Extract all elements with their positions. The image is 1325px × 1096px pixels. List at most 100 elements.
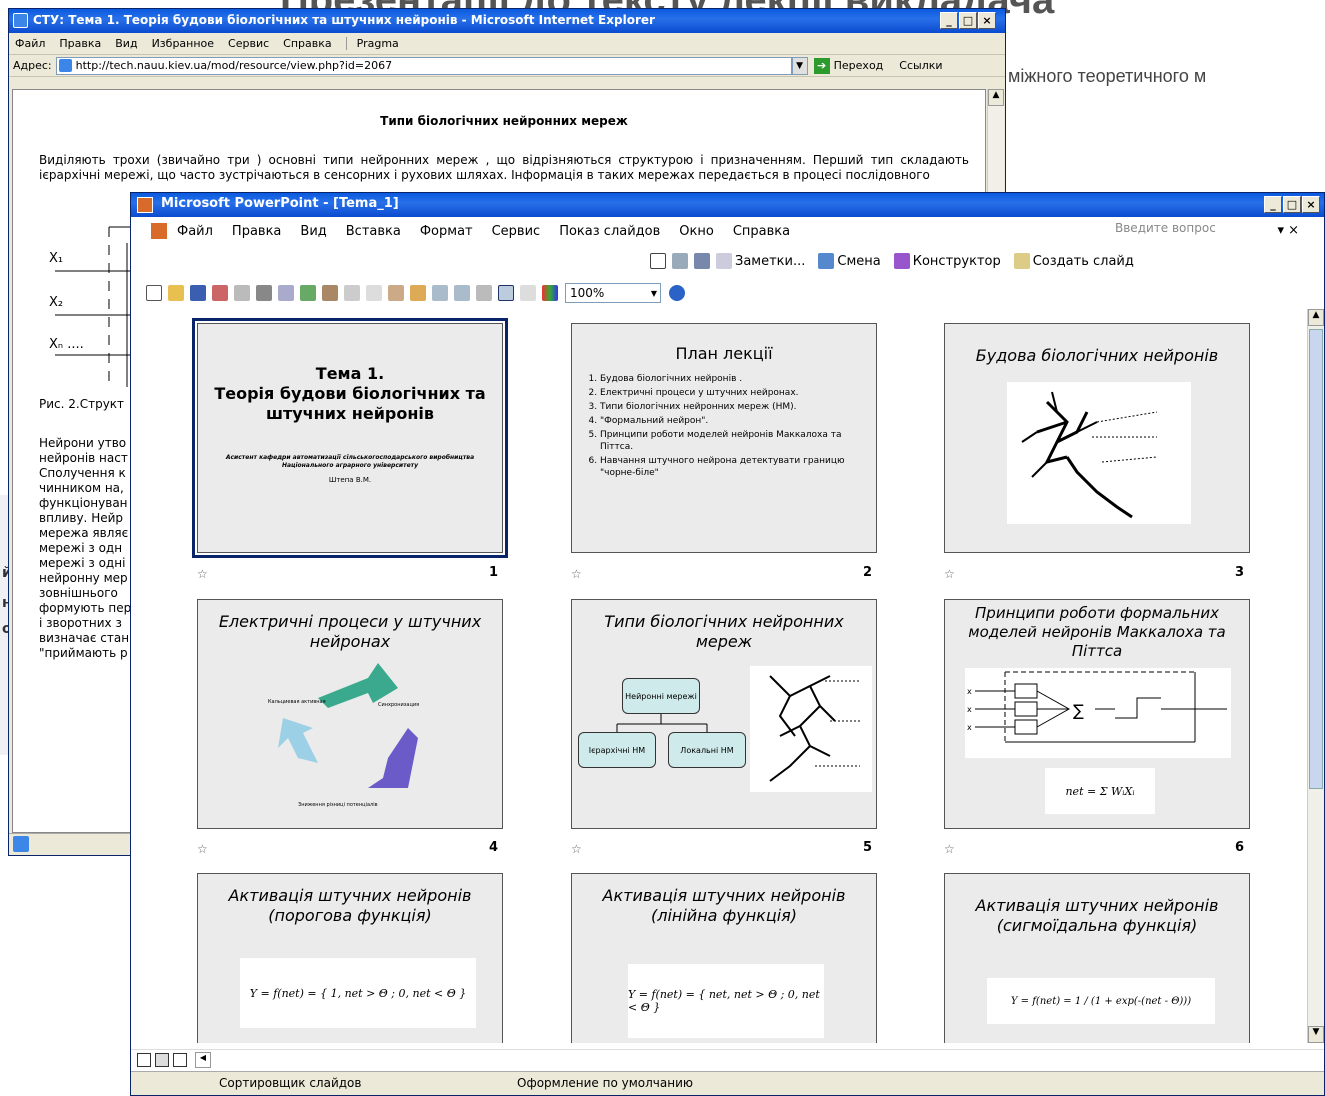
paste-icon[interactable] bbox=[388, 285, 404, 301]
slide-thumbnail-9[interactable]: Активація штучних нейронів (сигмоїдальна… bbox=[944, 873, 1250, 1043]
menu-help[interactable]: Справка bbox=[283, 37, 331, 50]
menu-window[interactable]: Окно bbox=[679, 224, 714, 239]
redo-icon[interactable] bbox=[454, 285, 470, 301]
email-icon[interactable] bbox=[234, 285, 250, 301]
menu-edit[interactable]: Правка bbox=[59, 37, 101, 50]
maximize-icon[interactable]: □ bbox=[1283, 196, 1301, 213]
ie-titlebar[interactable]: СТУ: Тема 1. Теорія будови біологічних т… bbox=[9, 9, 1005, 33]
zoom-value: 100% bbox=[570, 286, 605, 300]
svg-text:x: x bbox=[967, 687, 972, 696]
doc-icon[interactable] bbox=[151, 223, 167, 239]
menu-edit[interactable]: Правка bbox=[232, 224, 281, 239]
expand-all-icon[interactable] bbox=[476, 285, 492, 301]
slide-thumbnail-1[interactable]: Тема 1. Теорія будови біологічних та шту… bbox=[192, 318, 508, 558]
neuron-drawing bbox=[1007, 382, 1191, 524]
links-button[interactable]: Ссылки bbox=[899, 59, 942, 72]
go-button[interactable]: ➔ Переход bbox=[813, 57, 884, 74]
slideshow-view-icon[interactable] bbox=[173, 1053, 187, 1067]
close-icon[interactable]: × bbox=[978, 12, 996, 29]
question-input[interactable]: Введите вопрос bbox=[1115, 221, 1285, 235]
menu-format[interactable]: Формат bbox=[420, 224, 473, 239]
normal-view-icon[interactable] bbox=[137, 1053, 151, 1067]
help-icon[interactable] bbox=[669, 285, 685, 301]
new-slide-button[interactable]: Создать слайд bbox=[1033, 254, 1134, 269]
print-preview-icon[interactable] bbox=[278, 285, 294, 301]
menu-favorites[interactable]: Избранное bbox=[152, 37, 214, 50]
address-dropdown-icon[interactable]: ▼ bbox=[791, 56, 808, 75]
grid-icon[interactable] bbox=[520, 285, 536, 301]
menu-view[interactable]: Вид bbox=[115, 37, 137, 50]
permission-icon[interactable] bbox=[212, 285, 228, 301]
ppt-toolbar-slidesorter: Заметки... Смена Конструктор Создать сла… bbox=[131, 245, 1324, 277]
neural-tree-drawing bbox=[750, 666, 872, 792]
slide-thumbnail-6[interactable]: Принципи роботи формальних моделей нейро… bbox=[944, 599, 1250, 829]
article-paragraph: Виділяють трохи (звичайно три ) основні … bbox=[39, 153, 969, 182]
show-formatting-icon[interactable] bbox=[498, 285, 514, 301]
ie-status-icon bbox=[13, 836, 29, 852]
undo-icon[interactable] bbox=[432, 285, 448, 301]
scroll-down-icon[interactable]: ▼ bbox=[1308, 1026, 1324, 1043]
save-icon[interactable] bbox=[190, 285, 206, 301]
new-slide-icon[interactable] bbox=[1013, 253, 1030, 269]
maximize-icon[interactable]: □ bbox=[959, 12, 977, 29]
format-painter-icon[interactable] bbox=[410, 285, 426, 301]
slide-thumbnail-8[interactable]: Активація штучних нейронів (лінійна функ… bbox=[571, 873, 877, 1043]
notes-icon[interactable] bbox=[716, 253, 732, 269]
status-view: Сортировщик слайдов bbox=[219, 1076, 362, 1090]
print-icon[interactable] bbox=[256, 285, 272, 301]
go-label: Переход bbox=[833, 59, 884, 72]
slide-8-title: Активація штучних нейронів (лінійна функ… bbox=[602, 886, 846, 925]
menu-view[interactable]: Вид bbox=[300, 224, 326, 239]
menu-pragma[interactable]: Pragma bbox=[345, 37, 399, 50]
ie-window-controls: _ □ × bbox=[939, 12, 996, 29]
slide-thumbnail-3[interactable]: Будова біологічних нейронів bbox=[944, 323, 1250, 553]
address-input[interactable]: http://tech.nauu.kiev.ua/mod/resource/vi… bbox=[55, 56, 792, 75]
summary-icon[interactable] bbox=[694, 253, 710, 269]
chevron-down-icon: ▼ bbox=[650, 288, 657, 298]
scroll-up-icon[interactable]: ▲ bbox=[1308, 309, 1324, 326]
scroll-up-icon[interactable]: ▲ bbox=[988, 89, 1004, 106]
transition-icon[interactable] bbox=[818, 253, 835, 269]
notes-button[interactable]: Заметки... bbox=[735, 254, 805, 269]
powerpoint-logo-icon bbox=[137, 197, 153, 213]
menu-file[interactable]: Файл bbox=[177, 224, 213, 239]
menu-help[interactable]: Справка bbox=[733, 224, 790, 239]
slide-thumbnail-4[interactable]: Електричні процеси у штучних нейронах Ка… bbox=[197, 599, 503, 829]
scroll-left-icon[interactable]: ◀ bbox=[195, 1052, 211, 1068]
menu-tools[interactable]: Сервис bbox=[492, 224, 541, 239]
hide-slide-icon[interactable] bbox=[650, 253, 666, 269]
rehearse-icon[interactable] bbox=[672, 253, 688, 269]
design-button[interactable]: Конструктор bbox=[913, 254, 1001, 269]
slide-2-list: Будова біологічних нейронів . Електричні… bbox=[600, 373, 876, 479]
research-icon[interactable] bbox=[322, 285, 338, 301]
slide-thumbnail-2[interactable]: План лекції Будова біологічних нейронів … bbox=[571, 323, 877, 553]
menu-slideshow[interactable]: Показ слайдов bbox=[559, 224, 660, 239]
slide-1-title: Тема 1. Теорія будови біологічних та шту… bbox=[214, 364, 486, 423]
minimize-icon[interactable]: _ bbox=[940, 12, 958, 29]
slide-3-number: 3 bbox=[1235, 565, 1245, 580]
ppt-titlebar[interactable]: Microsoft PowerPoint - [Tema_1] _ □ × bbox=[131, 193, 1324, 217]
color-grayscale-icon[interactable] bbox=[542, 285, 558, 301]
slide-sorter-view-icon[interactable] bbox=[155, 1053, 169, 1067]
spelling-icon[interactable] bbox=[300, 285, 316, 301]
zoom-select[interactable]: 100% ▼ bbox=[565, 283, 661, 303]
copy-icon[interactable] bbox=[366, 285, 382, 301]
design-icon[interactable] bbox=[893, 253, 910, 269]
close-icon[interactable]: × bbox=[1302, 196, 1320, 213]
menu-insert[interactable]: Вставка bbox=[346, 224, 401, 239]
scroll-thumb[interactable] bbox=[1309, 329, 1323, 789]
ppt-vertical-scrollbar[interactable]: ▲ ▼ bbox=[1307, 309, 1324, 1043]
transition-button[interactable]: Смена bbox=[837, 254, 880, 269]
slide-thumbnail-5[interactable]: Типи біологічних нейронних мереж Нейронн… bbox=[571, 599, 877, 829]
slide-3-star-icon: ☆ bbox=[944, 567, 955, 581]
svg-text:Кальциевая активная: Кальциевая активная bbox=[268, 699, 326, 705]
menu-file[interactable]: Файл bbox=[15, 37, 45, 50]
slide-2-star-icon: ☆ bbox=[571, 567, 582, 581]
menu-tools[interactable]: Сервис bbox=[228, 37, 269, 50]
minimize-icon[interactable]: _ bbox=[1264, 196, 1282, 213]
slide-thumbnail-7[interactable]: Активація штучних нейронів (порогова фун… bbox=[197, 873, 503, 1043]
close-doc-icon[interactable]: ▾ × bbox=[1277, 223, 1299, 238]
cut-icon[interactable] bbox=[344, 285, 360, 301]
open-icon[interactable] bbox=[168, 285, 184, 301]
new-icon[interactable] bbox=[146, 285, 162, 301]
